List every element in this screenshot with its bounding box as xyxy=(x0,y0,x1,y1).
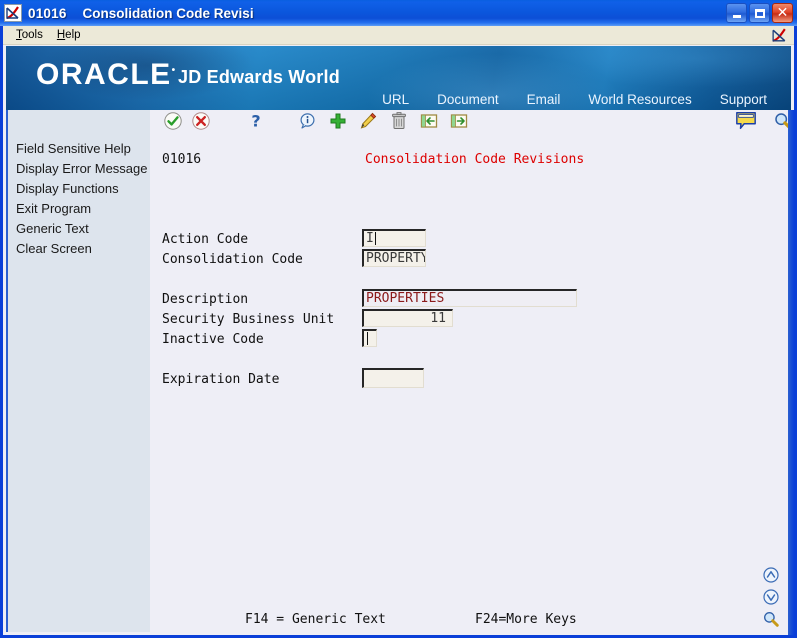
minimize-button[interactable] xyxy=(726,3,747,23)
sidebar-menu: Field Sensitive Help Display Error Messa… xyxy=(6,110,150,632)
text-caret xyxy=(367,332,368,345)
window-title: Consolidation Code Revisi xyxy=(82,5,254,21)
label-consolidation-code: Consolidation Code xyxy=(162,252,303,267)
navigation-icons xyxy=(759,566,783,628)
label-description: Description xyxy=(162,292,249,307)
note-bubble-icon[interactable] xyxy=(735,110,757,132)
label-inactive-code: Inactive Code xyxy=(162,332,264,347)
sidebar-item-clear-screen[interactable]: Clear Screen xyxy=(8,238,150,258)
accept-checkmark-icon[interactable] xyxy=(162,110,184,132)
scroll-up-icon[interactable] xyxy=(762,566,780,584)
sidebar-item-field-sensitive-help[interactable]: Field Sensitive Help xyxy=(8,138,150,158)
search-magnifier-icon[interactable] xyxy=(762,610,780,628)
close-icon: ✕ xyxy=(776,5,789,21)
page-title: Consolidation Code Revisions xyxy=(365,152,585,167)
banner-link-world-resources[interactable]: World Resources xyxy=(574,92,705,107)
maximize-button[interactable] xyxy=(749,3,770,23)
info-icon[interactable] xyxy=(297,110,319,132)
toolbar: ? xyxy=(150,110,792,140)
help-question-icon[interactable]: ? xyxy=(245,110,267,132)
application-window: 01016 Consolidation Code Revisi ✕ Tools … xyxy=(0,0,797,638)
registered-mark: • xyxy=(171,65,176,76)
security-business-unit-input[interactable]: 11 xyxy=(362,309,453,327)
banner-link-url[interactable]: URL xyxy=(368,92,423,107)
text-caret xyxy=(374,232,376,245)
label-expiration-date: Expiration Date xyxy=(162,372,280,387)
jde-corner-logo-icon xyxy=(771,27,788,44)
sidebar-item-display-error-message[interactable]: Display Error Message xyxy=(8,158,150,178)
label-security-business-unit: Security Business Unit xyxy=(162,312,335,327)
sidebar-item-exit-program[interactable]: Exit Program xyxy=(8,198,150,218)
menu-bar: Tools Help xyxy=(3,26,794,45)
add-plus-icon[interactable] xyxy=(327,110,349,132)
label-action-code: Action Code xyxy=(162,232,249,247)
consolidation-code-value: PROPERTY xyxy=(366,251,426,266)
menu-item-tools[interactable]: Tools xyxy=(9,28,50,42)
scroll-down-icon[interactable] xyxy=(762,588,780,606)
function-key-f14: F14 = Generic Text xyxy=(245,612,386,627)
right-edge-accent xyxy=(788,110,794,635)
previous-record-icon[interactable] xyxy=(418,110,440,132)
function-key-f24: F24=More Keys xyxy=(475,612,577,627)
menu-item-help[interactable]: Help xyxy=(50,28,88,42)
security-business-unit-value: 11 xyxy=(430,311,446,326)
edit-pencil-icon[interactable] xyxy=(357,110,379,132)
program-code: 01016 xyxy=(162,152,202,167)
oracle-brand-logo: ORACLE• xyxy=(36,58,176,91)
banner-link-document[interactable]: Document xyxy=(423,92,513,107)
banner-link-support[interactable]: Support xyxy=(706,92,781,107)
form-panel: 01016 Consolidation Code Revisions Actio… xyxy=(150,140,775,632)
banner-link-email[interactable]: Email xyxy=(513,92,575,107)
delete-trash-icon[interactable] xyxy=(388,110,410,132)
cancel-x-icon[interactable] xyxy=(190,110,212,132)
banner-links: URL Document Email World Resources Suppo… xyxy=(368,92,781,107)
jde-logo-icon xyxy=(4,4,22,22)
svg-text:?: ? xyxy=(251,112,260,131)
window-code: 01016 xyxy=(28,5,67,21)
action-code-value: I xyxy=(366,231,374,246)
next-record-icon[interactable] xyxy=(448,110,470,132)
product-name: JD Edwards World xyxy=(178,67,340,87)
sidebar-item-generic-text[interactable]: Generic Text xyxy=(8,218,150,238)
expiration-date-input[interactable] xyxy=(362,368,424,388)
window-controls: ✕ xyxy=(726,3,793,23)
oracle-banner: ORACLE• JD Edwards World URL Document Em… xyxy=(6,46,791,110)
action-code-input[interactable]: I xyxy=(362,229,426,247)
close-button[interactable]: ✕ xyxy=(772,3,793,23)
consolidation-code-input[interactable]: PROPERTY xyxy=(362,249,426,267)
title-bar: 01016 Consolidation Code Revisi ✕ xyxy=(0,0,797,26)
description-value: PROPERTIES xyxy=(366,291,445,306)
inactive-code-input[interactable] xyxy=(362,329,377,347)
sidebar-item-display-functions[interactable]: Display Functions xyxy=(8,178,150,198)
description-input[interactable]: PROPERTIES xyxy=(362,289,577,307)
